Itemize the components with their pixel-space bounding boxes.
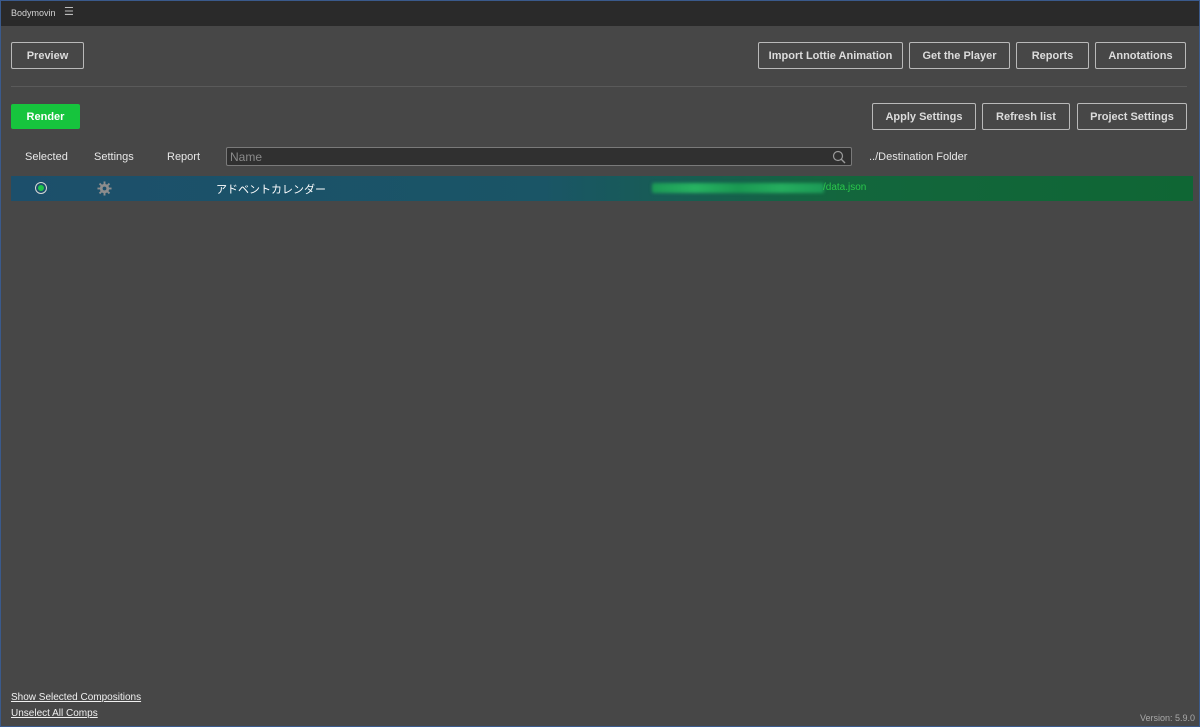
preview-button-label: Preview bbox=[26, 49, 69, 62]
apply-settings-button[interactable]: Apply Settings bbox=[872, 103, 976, 130]
name-search-field[interactable] bbox=[226, 147, 852, 166]
search-icon[interactable] bbox=[832, 150, 846, 164]
composition-destination[interactable]: /data.json bbox=[823, 182, 866, 193]
destination-path-redacted bbox=[652, 183, 824, 193]
bodymovin-panel: Bodymovin ☰ Preview Import Lottie Animat… bbox=[0, 0, 1200, 727]
annotations-button[interactable]: Annotations bbox=[1095, 42, 1186, 69]
toolbar-divider bbox=[11, 86, 1187, 87]
unselect-all-comps-link[interactable]: Unselect All Comps bbox=[11, 708, 98, 719]
project-settings-button[interactable]: Project Settings bbox=[1077, 103, 1187, 130]
render-label: Render bbox=[26, 110, 65, 123]
reports-button[interactable]: Reports bbox=[1016, 42, 1089, 69]
get-the-player-label: Get the Player bbox=[922, 49, 997, 62]
project-settings-label: Project Settings bbox=[1090, 110, 1174, 123]
import-lottie-animation-button[interactable]: Import Lottie Animation bbox=[758, 42, 903, 69]
show-selected-compositions-link[interactable]: Show Selected Compositions bbox=[11, 692, 141, 703]
import-lottie-label: Import Lottie Animation bbox=[768, 49, 893, 62]
panel-titlebar: Bodymovin ☰ bbox=[1, 0, 1199, 26]
refresh-list-label: Refresh list bbox=[996, 110, 1056, 123]
render-button[interactable]: Render bbox=[11, 104, 80, 129]
column-header-destination[interactable]: ../Destination Folder bbox=[869, 151, 967, 163]
panel-title: Bodymovin bbox=[11, 8, 56, 18]
gear-icon[interactable] bbox=[97, 181, 112, 196]
hamburger-menu-icon[interactable]: ☰ bbox=[64, 5, 74, 18]
radio-selected-dot bbox=[38, 185, 44, 191]
composition-select-radio[interactable] bbox=[35, 182, 47, 194]
search-input[interactable] bbox=[230, 149, 820, 164]
version-label: Version: 5.9.0 bbox=[1140, 713, 1196, 723]
annotations-label: Annotations bbox=[1108, 49, 1173, 62]
refresh-list-button[interactable]: Refresh list bbox=[982, 103, 1070, 130]
composition-name: アドベントカレンダー bbox=[216, 184, 326, 196]
column-header-selected: Selected bbox=[25, 151, 68, 163]
preview-button[interactable]: Preview bbox=[11, 42, 84, 69]
composition-row[interactable]: アドベントカレンダー /data.json bbox=[11, 176, 1193, 201]
get-the-player-button[interactable]: Get the Player bbox=[909, 42, 1010, 69]
column-header-settings: Settings bbox=[94, 151, 134, 163]
column-header-report: Report bbox=[167, 151, 201, 163]
reports-label: Reports bbox=[1031, 49, 1074, 62]
apply-settings-label: Apply Settings bbox=[885, 110, 963, 123]
